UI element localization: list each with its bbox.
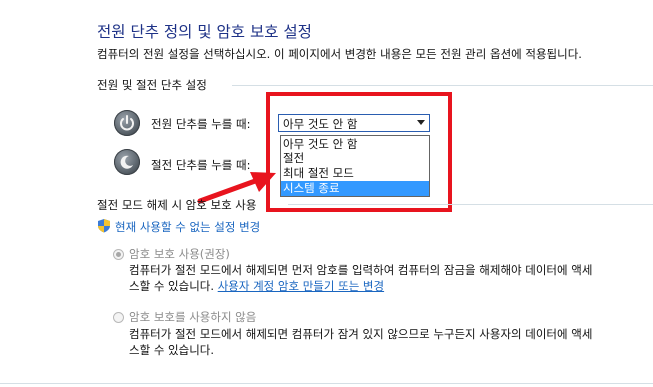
create-change-password-link[interactable]: 사용자 계정 암호 만들기 또는 변경 — [218, 279, 384, 293]
require-password-desc: 컴퓨터가 절전 모드에서 해제되면 먼저 암호를 입력하여 컴퓨터의 잠금을 해… — [129, 263, 593, 277]
password-section-heading: 절전 모드 해제 시 암호 보호 사용 — [97, 198, 257, 212]
section-divider — [232, 85, 653, 86]
no-password-radio[interactable] — [113, 312, 124, 323]
require-password-label: 암호 보호 사용(권장) — [129, 247, 230, 261]
power-button-icon — [114, 110, 140, 136]
power-section-heading: 전원 및 절전 단추 설정 — [97, 78, 207, 92]
section-divider — [288, 204, 653, 205]
require-password-radio[interactable] — [113, 249, 124, 260]
page-description: 컴퓨터의 전원 설정을 선택하십시오. 이 페이지에서 변경한 내용은 모든 전… — [97, 47, 582, 61]
require-password-desc-line2: 스할 수 있습니다. 사용자 계정 암호 만들기 또는 변경 — [129, 278, 384, 295]
shield-icon — [98, 219, 110, 233]
require-password-desc-text: 스할 수 있습니다. — [129, 279, 215, 293]
page-title: 전원 단추 정의 및 암호 보호 설정 — [97, 23, 312, 41]
no-password-label: 암호 보호를 사용하지 않음 — [129, 310, 257, 324]
footer-divider — [0, 383, 653, 384]
power-button-label: 전원 단추를 누를 때: — [151, 117, 251, 131]
change-unavailable-settings-link[interactable]: 현재 사용할 수 없는 설정 변경 — [115, 219, 260, 235]
annotation-highlight-frame — [266, 92, 452, 212]
sleep-button-icon — [114, 149, 140, 175]
no-password-desc: 컴퓨터가 절전 모드에서 해제되면 컴퓨터가 잠겨 있지 않으므로 누구든지 사… — [129, 327, 593, 341]
no-password-desc-line2: 스할 수 있습니다. — [129, 343, 215, 357]
